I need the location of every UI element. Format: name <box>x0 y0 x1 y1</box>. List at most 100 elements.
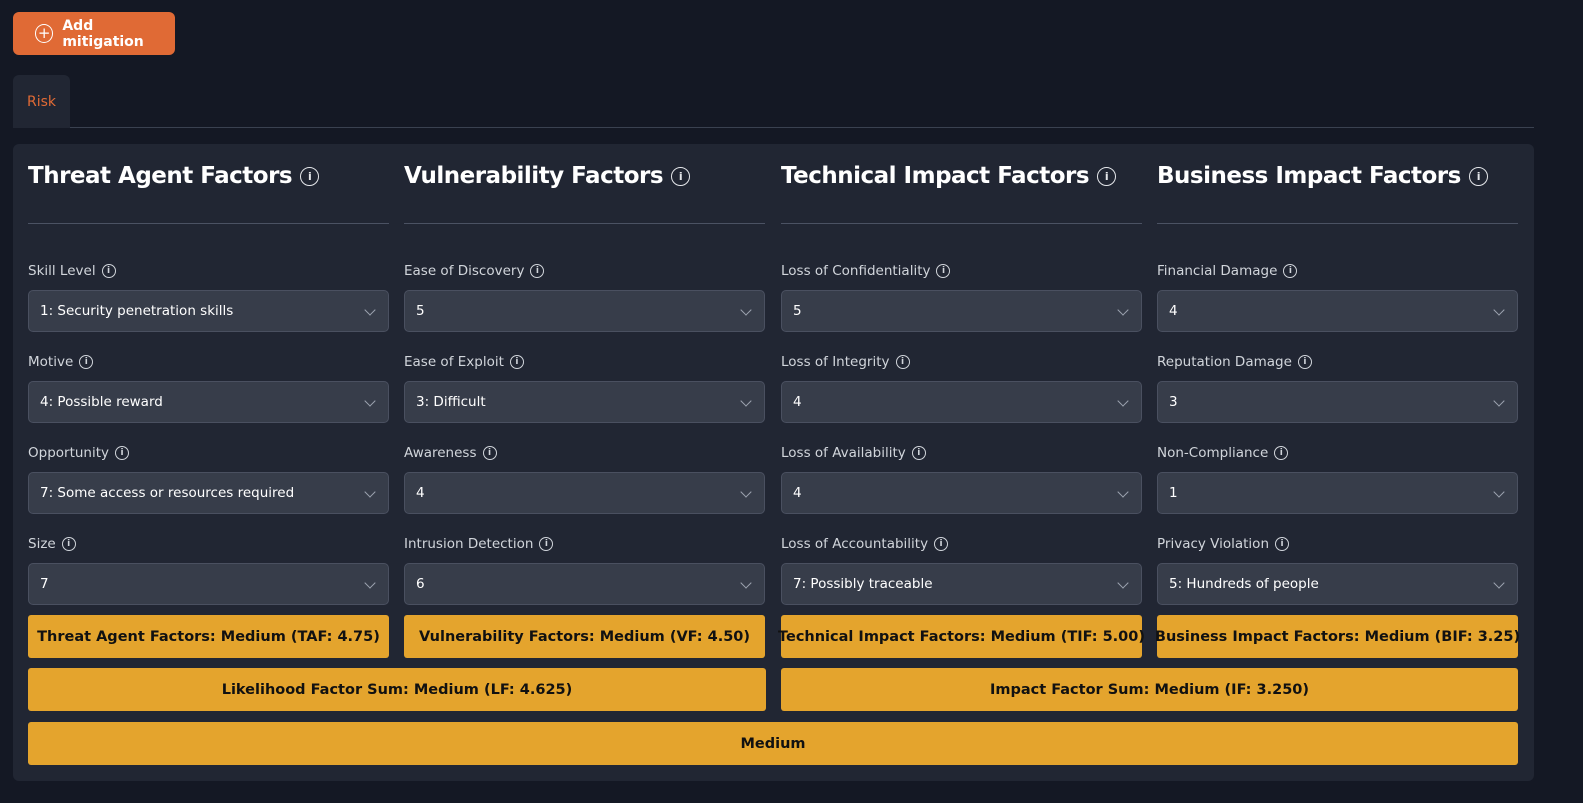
info-icon[interactable]: i <box>101 264 116 278</box>
field-label-reputation-damage: Reputation Damage i <box>1157 353 1312 371</box>
field-label-intrusion-detection: Intrusion Detection i <box>404 535 554 553</box>
info-icon[interactable]: i <box>1275 537 1290 551</box>
column-title-text: Threat Agent Factors <box>28 163 293 189</box>
financial-damage-select[interactable]: 4 <box>1157 290 1518 332</box>
select-value: 4 <box>416 485 425 501</box>
column-title: Technical Impact Factors i <box>781 158 1117 194</box>
tab-bar: Risk <box>13 75 1534 128</box>
field-label-skill-level: Skill Level i <box>28 262 116 280</box>
info-icon[interactable]: i <box>539 537 554 551</box>
intrusion-detection-select[interactable]: 6 <box>404 563 765 605</box>
privacy-violation-select[interactable]: 5: Hundreds of people <box>1157 563 1518 605</box>
field-label-loss-of-confidentiality: Loss of Confidentiality i <box>781 262 951 280</box>
skill-level-select[interactable]: 1: Security penetration skills <box>28 290 389 332</box>
select-value: 4 <box>793 485 802 501</box>
chevron-down-icon <box>1117 395 1129 407</box>
select-value: 5 <box>793 303 802 319</box>
info-icon[interactable]: i <box>530 264 545 278</box>
select-value: 4 <box>1169 303 1178 319</box>
info-icon[interactable]: i <box>79 355 94 369</box>
info-icon[interactable]: i <box>1468 166 1488 186</box>
field-label-financial-damage: Financial Damage i <box>1157 262 1298 280</box>
info-icon[interactable]: i <box>895 355 910 369</box>
field-label-opportunity: Opportunity i <box>28 444 130 462</box>
field-label-text: Loss of Accountability <box>781 536 929 552</box>
info-icon[interactable]: i <box>300 166 320 186</box>
field-label-loss-of-accountability: Loss of Accountability i <box>781 535 949 553</box>
field-label-non-compliance: Non-Compliance i <box>1157 444 1289 462</box>
field-label-loss-of-availability: Loss of Availability i <box>781 444 926 462</box>
field-label-text: Intrusion Detection <box>404 536 534 552</box>
info-icon[interactable]: i <box>671 166 691 186</box>
technical-impact-result: Technical Impact Factors: Medium (TIF: 5… <box>778 615 1145 658</box>
column-title-text: Technical Impact Factors <box>781 163 1090 189</box>
column-title-text: Vulnerability Factors <box>404 163 664 189</box>
field-label-text: Ease of Discovery <box>404 263 525 279</box>
info-icon[interactable]: i <box>509 355 524 369</box>
chevron-down-icon <box>364 395 376 407</box>
select-value: 5: Hundreds of people <box>1169 576 1319 592</box>
field-label-text: Financial Damage <box>1157 263 1278 279</box>
field-label-motive: Motive i <box>28 353 94 371</box>
info-icon[interactable]: i <box>61 537 76 551</box>
plus-circle-icon: + <box>35 24 54 43</box>
info-icon[interactable]: i <box>1283 264 1298 278</box>
field-label-text: Non-Compliance <box>1157 445 1269 461</box>
chevron-down-icon <box>364 577 376 589</box>
chevron-down-icon <box>740 486 752 498</box>
info-icon[interactable]: i <box>934 537 949 551</box>
select-value: 7 <box>40 576 49 592</box>
likelihood-factor-sum: Likelihood Factor Sum: Medium (LF: 4.625… <box>28 668 766 711</box>
field-label-text: Size <box>28 536 56 552</box>
add-mitigation-label: Add mitigation <box>62 17 144 50</box>
column-title-text: Business Impact Factors <box>1157 163 1461 189</box>
info-icon[interactable]: i <box>936 264 951 278</box>
info-icon[interactable]: i <box>1274 446 1289 460</box>
field-label-text: Loss of Availability <box>781 445 906 461</box>
divider <box>28 223 389 224</box>
ease-of-discovery-select[interactable]: 5 <box>404 290 765 332</box>
field-label-text: Motive <box>28 354 74 370</box>
opportunity-select[interactable]: 7: Some access or resources required <box>28 472 389 514</box>
loss-of-integrity-select[interactable]: 4 <box>781 381 1142 423</box>
field-label-text: Ease of Exploit <box>404 354 504 370</box>
field-label-ease-of-discovery: Ease of Discovery i <box>404 262 545 280</box>
chevron-down-icon <box>1493 486 1505 498</box>
field-label-text: Reputation Damage <box>1157 354 1292 370</box>
vulnerability-result: Vulnerability Factors: Medium (VF: 4.50) <box>404 615 765 658</box>
reputation-damage-select[interactable]: 3 <box>1157 381 1518 423</box>
field-label-text: Loss of Confidentiality <box>781 263 931 279</box>
chevron-down-icon <box>1493 304 1505 316</box>
info-icon[interactable]: i <box>1297 355 1312 369</box>
field-label-text: Opportunity <box>28 445 110 461</box>
add-mitigation-button[interactable]: + Add mitigation <box>13 12 175 55</box>
info-icon[interactable]: i <box>1097 166 1117 186</box>
info-icon[interactable]: i <box>911 446 926 460</box>
field-label-ease-of-exploit: Ease of Exploit i <box>404 353 524 371</box>
chevron-down-icon <box>1117 577 1129 589</box>
risk-panel: Threat Agent Factors i Skill Level i 1: … <box>13 144 1534 781</box>
field-label-privacy-violation: Privacy Violation i <box>1157 535 1290 553</box>
column-title: Vulnerability Factors i <box>404 158 691 194</box>
select-value: 3: Difficult <box>416 394 486 410</box>
loss-of-availability-select[interactable]: 4 <box>781 472 1142 514</box>
impact-factor-sum: Impact Factor Sum: Medium (IF: 3.250) <box>781 668 1518 711</box>
chevron-down-icon <box>740 577 752 589</box>
ease-of-exploit-select[interactable]: 3: Difficult <box>404 381 765 423</box>
select-value: 1 <box>1169 485 1178 501</box>
size-select[interactable]: 7 <box>28 563 389 605</box>
non-compliance-select[interactable]: 1 <box>1157 472 1518 514</box>
divider <box>781 223 1142 224</box>
chevron-down-icon <box>364 486 376 498</box>
tab-risk[interactable]: Risk <box>13 75 70 128</box>
loss-of-confidentiality-select[interactable]: 5 <box>781 290 1142 332</box>
loss-of-accountability-select[interactable]: 7: Possibly traceable <box>781 563 1142 605</box>
info-icon[interactable]: i <box>115 446 130 460</box>
info-icon[interactable]: i <box>482 446 497 460</box>
motive-select[interactable]: 4: Possible reward <box>28 381 389 423</box>
chevron-down-icon <box>740 395 752 407</box>
chevron-down-icon <box>1493 395 1505 407</box>
select-value: 7: Some access or resources required <box>40 485 295 501</box>
column-title: Threat Agent Factors i <box>28 158 320 194</box>
awareness-select[interactable]: 4 <box>404 472 765 514</box>
